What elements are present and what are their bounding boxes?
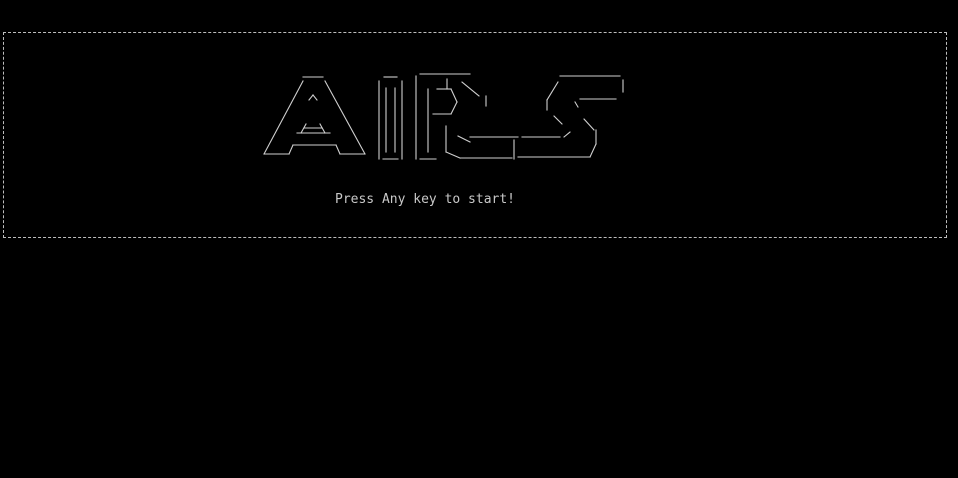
logo-letter-i	[378, 76, 403, 160]
airs-logo	[260, 62, 640, 164]
logo-letter-s	[469, 75, 624, 160]
logo-letter-a	[263, 76, 366, 155]
start-prompt: Press Any key to start!	[335, 192, 516, 207]
logo-letter-r	[415, 73, 513, 160]
terminal-window[interactable]: Press Any key to start!	[0, 0, 958, 478]
